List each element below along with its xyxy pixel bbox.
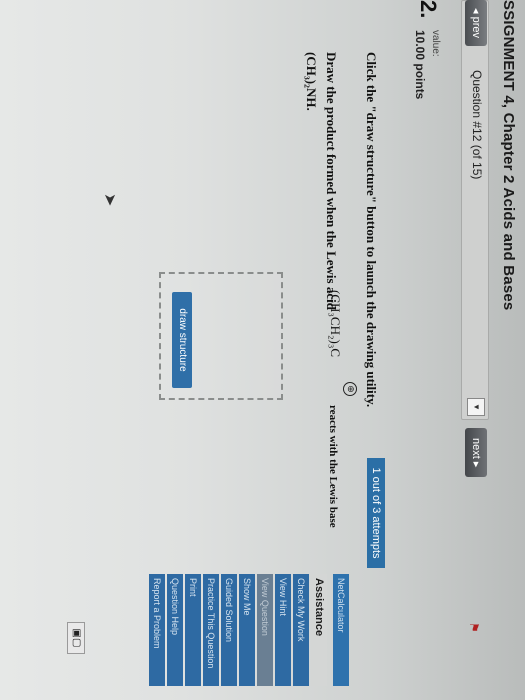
net-calculator-button[interactable]: NetCalculator xyxy=(333,574,349,686)
chevron-down-icon[interactable]: ▼ xyxy=(467,398,485,416)
lewis-base-formula: (CH₃)₂NH. xyxy=(304,52,319,111)
question-selector-label: Question #12 (of 15) xyxy=(470,70,484,180)
prev-button[interactable]: ◂ prev xyxy=(465,0,487,46)
question-text: Draw the product formed when the Lewis a… xyxy=(324,52,339,310)
positive-charge-icon: ⊕ xyxy=(343,382,357,396)
lewis-acid-formula: (CH₃CH₂)₃C xyxy=(328,290,343,358)
practice-question-button[interactable]: Practice This Question xyxy=(203,574,219,686)
bookmark-icon[interactable]: ⚑ xyxy=(467,622,481,633)
question-nav-bar xyxy=(461,0,489,420)
print-button[interactable]: Print xyxy=(185,574,201,686)
guided-solution-button[interactable]: Guided Solution xyxy=(221,574,237,686)
assistance-sidebar: NetCalculator Assistance Check My Work V… xyxy=(0,574,349,686)
view-hint-button[interactable]: View Hint xyxy=(275,574,291,686)
assistance-title: Assistance xyxy=(311,574,327,686)
assignment-title: SSIGNMENT 4, Chapter 2 Acids and Bases xyxy=(500,0,517,311)
show-me-button[interactable]: Show Me xyxy=(239,574,255,686)
draw-structure-button[interactable]: draw structure xyxy=(172,292,192,388)
print-icon[interactable]: ▣▢ xyxy=(67,622,85,654)
reacts-text: reacts with the Lewis base xyxy=(327,405,339,528)
instructions-text: Click the "draw structure" button to lau… xyxy=(364,52,379,408)
value-label: value: xyxy=(430,30,441,57)
mouse-cursor-icon: ➤ xyxy=(101,193,118,207)
assignment-page: SSIGNMENT 4, Chapter 2 Acids and Bases ◂… xyxy=(0,0,525,700)
next-button[interactable]: next ▸ xyxy=(465,428,487,478)
question-number: 2. xyxy=(416,0,441,19)
question-help-button[interactable]: Question Help xyxy=(167,574,183,686)
check-my-work-button[interactable]: Check My Work xyxy=(293,574,309,686)
report-problem-button[interactable]: Report a Problem xyxy=(149,574,165,686)
view-question-button[interactable]: View Question xyxy=(257,574,273,686)
points-value: 10.00 points xyxy=(413,30,427,100)
attempts-badge: 1 out of 3 attempts xyxy=(367,458,385,568)
